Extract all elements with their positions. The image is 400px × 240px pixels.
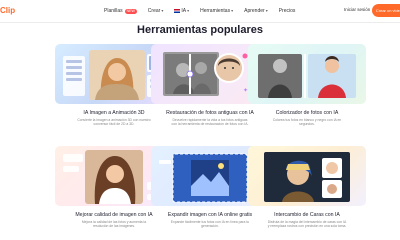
- card-description: Convierte la imagen a animación 3D con n…: [63, 118, 165, 127]
- chevron-down-icon: ▾: [187, 8, 190, 13]
- language-flag-icon: [174, 9, 181, 13]
- card-description: Devuelve rápidamente la vida a tus fotos…: [159, 118, 261, 127]
- logo[interactable]: Clip: [0, 5, 15, 17]
- card-title: Intercambio de Caras con IA: [274, 212, 340, 218]
- tool-card-photo-colorizer[interactable]: Colorizador de fotos con IA Colorea tus …: [248, 44, 366, 128]
- new-badge: NEW: [124, 8, 137, 14]
- colorizer-illustration: [258, 54, 356, 98]
- card-thumbnail: [248, 146, 366, 206]
- nav-ia-label: IA: [181, 8, 187, 14]
- nav-precios-label: Precios: [278, 8, 296, 14]
- nav-precios[interactable]: Precios: [279, 6, 296, 16]
- nav-aprender[interactable]: Aprender ▾: [244, 6, 268, 16]
- card-desc-line: generación.: [201, 224, 219, 229]
- card-thumbnail: [248, 44, 366, 104]
- face-swap-illustration: [264, 152, 350, 202]
- card-desc-line: resolución de las imágenes.: [92, 224, 136, 229]
- nav-aprender-label: Aprender: [244, 8, 265, 14]
- card-desc-line: segundos.: [299, 122, 315, 127]
- nav-planillas[interactable]: Planillas NEW: [104, 6, 137, 16]
- nav-herramientas-label: Herramientas: [200, 8, 231, 14]
- card-description: Disfruta de la magia del intercambio de …: [256, 220, 358, 229]
- chevron-down-icon: ▾: [231, 8, 234, 13]
- card-description: Mejora la calidad de las fotos y aumenta…: [63, 220, 165, 229]
- main-nav: Planillas NEW Crear ▾ IA ▾ Herramientas …: [104, 6, 306, 16]
- card-desc-line: y reemplaza rostros con precisión en una…: [267, 224, 347, 229]
- card-desc-line: conversor fácil de 2D a 3D.: [93, 122, 135, 127]
- nav-ia[interactable]: IA ▾: [174, 6, 189, 16]
- card-description: Expande fácilmente tus fotos con IA en l…: [159, 220, 261, 229]
- login-link[interactable]: Iniciar sesión: [344, 7, 370, 12]
- nav-herramientas[interactable]: Herramientas ▾: [200, 6, 233, 16]
- nav-planillas-label: Planillas: [104, 8, 123, 14]
- create-video-button[interactable]: Crear un video: [372, 4, 400, 17]
- chevron-down-icon: ▾: [161, 8, 164, 13]
- section-title: Herramientas populares: [137, 24, 263, 36]
- card-description: Colorea tus fotos en blanco y negro con …: [256, 118, 358, 127]
- top-navbar: Clip Planillas NEW Crear ▾ IA ▾ Herramie…: [0, 0, 400, 23]
- card-desc-line: con la herramienta de restauración de fo…: [171, 122, 249, 127]
- card-title: Colorizador de fotos con IA: [275, 110, 339, 116]
- logo-accent: Clip: [0, 6, 16, 15]
- nav-crear-label: Crear: [147, 8, 161, 14]
- chevron-down-icon: ▾: [265, 8, 268, 13]
- nav-crear[interactable]: Crear ▾: [148, 6, 164, 16]
- tool-card-face-swap[interactable]: Intercambio de Caras con IA Disfruta de …: [248, 146, 366, 230]
